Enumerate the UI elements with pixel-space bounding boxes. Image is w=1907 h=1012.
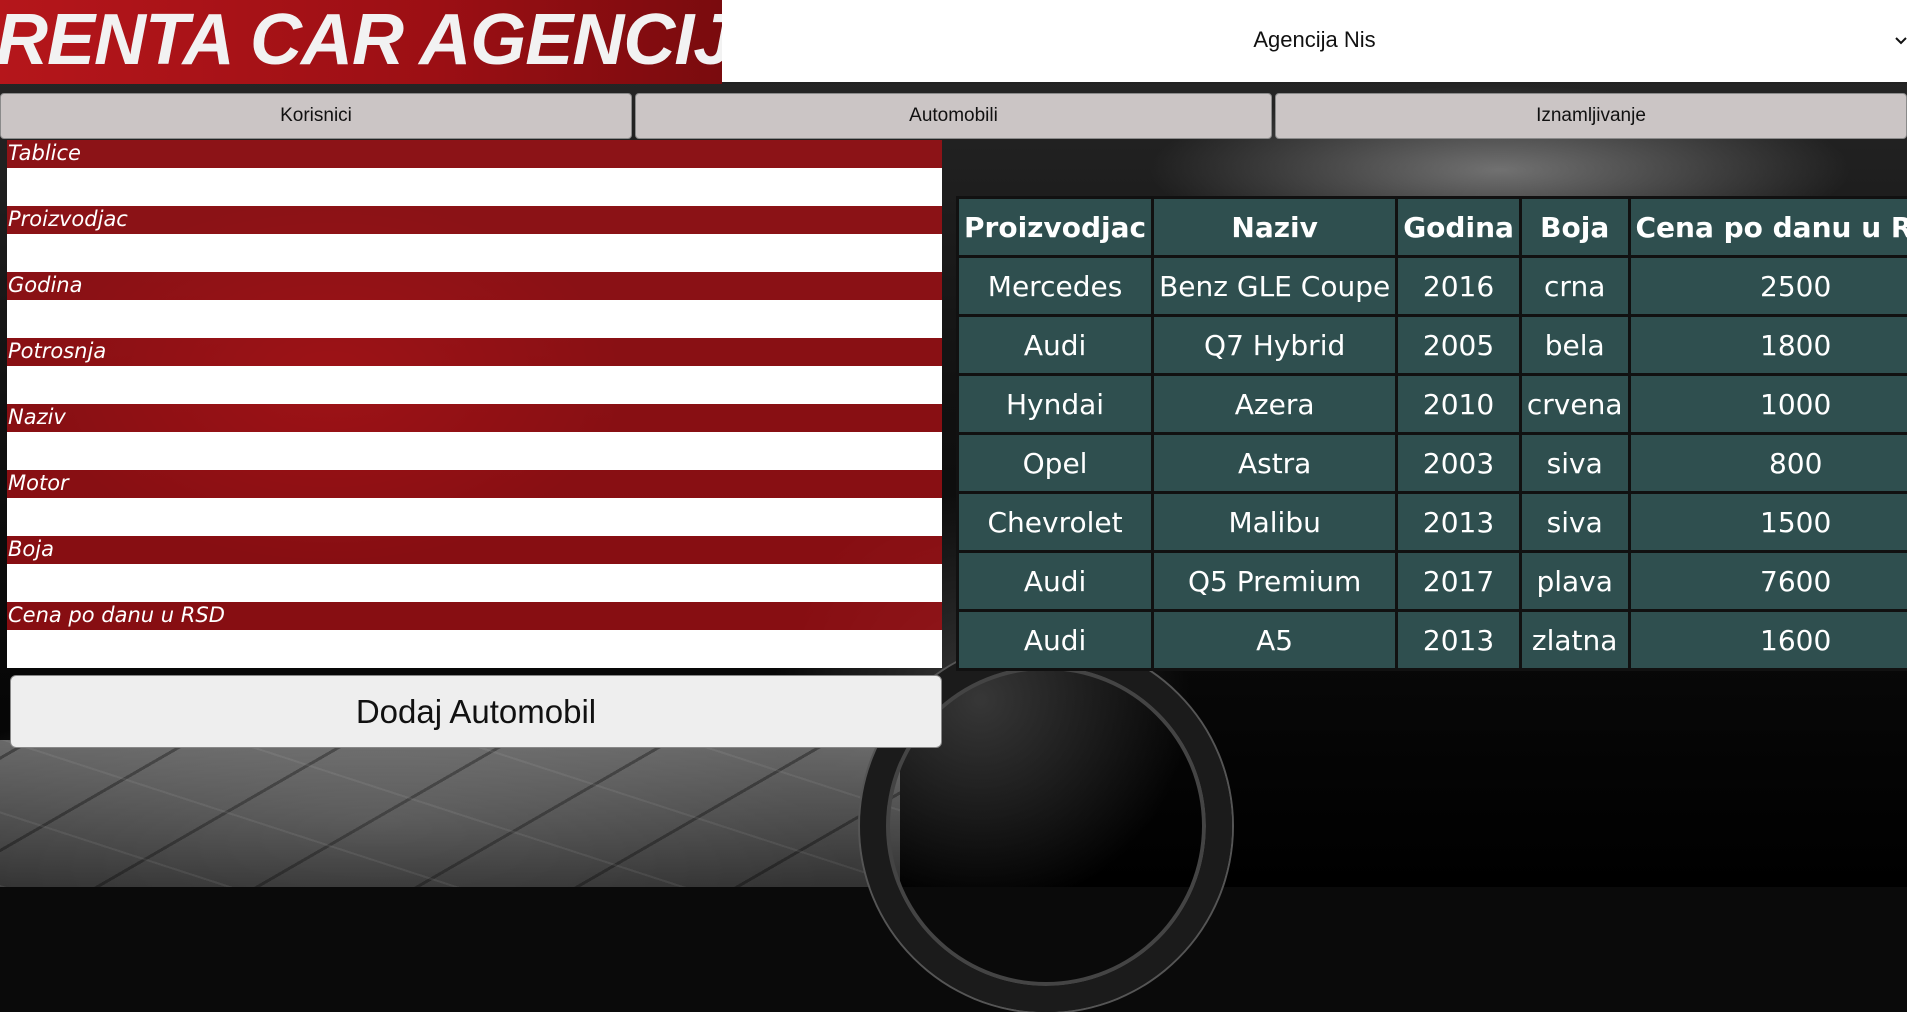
cell-proizvodjac: Audi <box>958 316 1153 375</box>
cell-naziv: Q5 Premium <box>1153 552 1397 611</box>
cell-naziv: Q7 Hybrid <box>1153 316 1397 375</box>
column-header: Cena po danu u RSD <box>1629 198 1907 257</box>
table-row[interactable]: Audi Q5 Premium 2017 plava 7600 <box>958 552 1907 611</box>
tab-korisnici[interactable]: Korisnici <box>0 93 632 139</box>
field-boja: Boja <box>7 536 942 602</box>
cell-boja: siva <box>1520 434 1629 493</box>
cell-proizvodjac: Hyndai <box>958 375 1153 434</box>
cell-boja: plava <box>1520 552 1629 611</box>
cell-godina: 2010 <box>1397 375 1521 434</box>
cell-cena: 2500 <box>1629 257 1907 316</box>
cell-naziv: Benz GLE Coupe <box>1153 257 1397 316</box>
table-row[interactable]: Opel Astra 2003 siva 800 <box>958 434 1907 493</box>
field-label: Motor <box>7 470 942 498</box>
proizvodjac-input[interactable] <box>7 234 942 272</box>
boja-input[interactable] <box>7 564 942 602</box>
logo-text: RENTA CAR AGENCIJA <box>0 0 722 82</box>
cell-godina: 2013 <box>1397 611 1521 670</box>
field-cena: Cena po danu u RSD <box>7 602 942 668</box>
column-header: Proizvodjac <box>958 198 1153 257</box>
field-potrosnja: Potrosnja <box>7 338 942 404</box>
column-header: Boja <box>1520 198 1629 257</box>
cell-cena: 1800 <box>1629 316 1907 375</box>
cell-boja: crna <box>1520 257 1629 316</box>
column-header: Godina <box>1397 198 1521 257</box>
cell-godina: 2017 <box>1397 552 1521 611</box>
column-header: Naziv <box>1153 198 1397 257</box>
field-proizvodjac: Proizvodjac <box>7 206 942 272</box>
cell-proizvodjac: Opel <box>958 434 1153 493</box>
cell-proizvodjac: Audi <box>958 552 1153 611</box>
cell-boja: zlatna <box>1520 611 1629 670</box>
cell-naziv: Azera <box>1153 375 1397 434</box>
main-nav: Korisnici Automobili Iznamljivanje <box>0 93 1907 139</box>
field-label: Proizvodjac <box>7 206 942 234</box>
cars-table: Proizvodjac Naziv Godina Boja Cena po da… <box>956 196 1907 671</box>
tab-automobili[interactable]: Automobili <box>635 93 1272 139</box>
naziv-input[interactable] <box>7 432 942 470</box>
cell-proizvodjac: Chevrolet <box>958 493 1153 552</box>
potrosnja-input[interactable] <box>7 366 942 404</box>
field-label: Cena po danu u RSD <box>7 602 942 630</box>
logo: RENTA CAR AGENCIJA <box>0 0 722 84</box>
godina-input[interactable] <box>7 300 942 338</box>
cell-naziv: Malibu <box>1153 493 1397 552</box>
cell-naziv: A5 <box>1153 611 1397 670</box>
tablice-input[interactable] <box>7 168 942 206</box>
table-row[interactable]: Mercedes Benz GLE Coupe 2016 crna 2500 <box>958 257 1907 316</box>
cell-boja: bela <box>1520 316 1629 375</box>
cell-boja: crvena <box>1520 375 1629 434</box>
cell-naziv: Astra <box>1153 434 1397 493</box>
field-label: Godina <box>7 272 942 300</box>
field-label: Boja <box>7 536 942 564</box>
agency-select[interactable]: Agencija Nis <box>722 0 1907 84</box>
chevron-down-icon <box>1893 0 1907 82</box>
field-label: Naziv <box>7 404 942 432</box>
add-car-form: Tablice Proizvodjac Godina Potrosnja Naz… <box>7 140 942 668</box>
cell-cena: 1000 <box>1629 375 1907 434</box>
cell-cena: 1500 <box>1629 493 1907 552</box>
field-label: Tablice <box>7 140 942 168</box>
field-tablice: Tablice <box>7 140 942 206</box>
table-header-row: Proizvodjac Naziv Godina Boja Cena po da… <box>958 198 1907 257</box>
cell-proizvodjac: Mercedes <box>958 257 1153 316</box>
cell-godina: 2013 <box>1397 493 1521 552</box>
table-row[interactable]: Audi A5 2013 zlatna 1600 <box>958 611 1907 670</box>
table-row[interactable]: Hyndai Azera 2010 crvena 1000 <box>958 375 1907 434</box>
add-car-button[interactable]: Dodaj Automobil <box>10 675 942 748</box>
table-row[interactable]: Chevrolet Malibu 2013 siva 1500 <box>958 493 1907 552</box>
agency-select-value: Agencija Nis <box>722 0 1907 82</box>
header: RENTA CAR AGENCIJA Agencija Nis <box>0 0 1907 84</box>
field-naziv: Naziv <box>7 404 942 470</box>
cobblestone-ground <box>0 740 900 887</box>
field-motor: Motor <box>7 470 942 536</box>
cell-godina: 2016 <box>1397 257 1521 316</box>
table-row[interactable]: Audi Q7 Hybrid 2005 bela 1800 <box>958 316 1907 375</box>
field-godina: Godina <box>7 272 942 338</box>
tab-iznamljivanje[interactable]: Iznamljivanje <box>1275 93 1907 139</box>
cell-boja: siva <box>1520 493 1629 552</box>
cena-input[interactable] <box>7 630 942 668</box>
cell-proizvodjac: Audi <box>958 611 1153 670</box>
cell-cena: 800 <box>1629 434 1907 493</box>
motor-input[interactable] <box>7 498 942 536</box>
field-label: Potrosnja <box>7 338 942 366</box>
cell-cena: 1600 <box>1629 611 1907 670</box>
cell-godina: 2005 <box>1397 316 1521 375</box>
cell-godina: 2003 <box>1397 434 1521 493</box>
cell-cena: 7600 <box>1629 552 1907 611</box>
